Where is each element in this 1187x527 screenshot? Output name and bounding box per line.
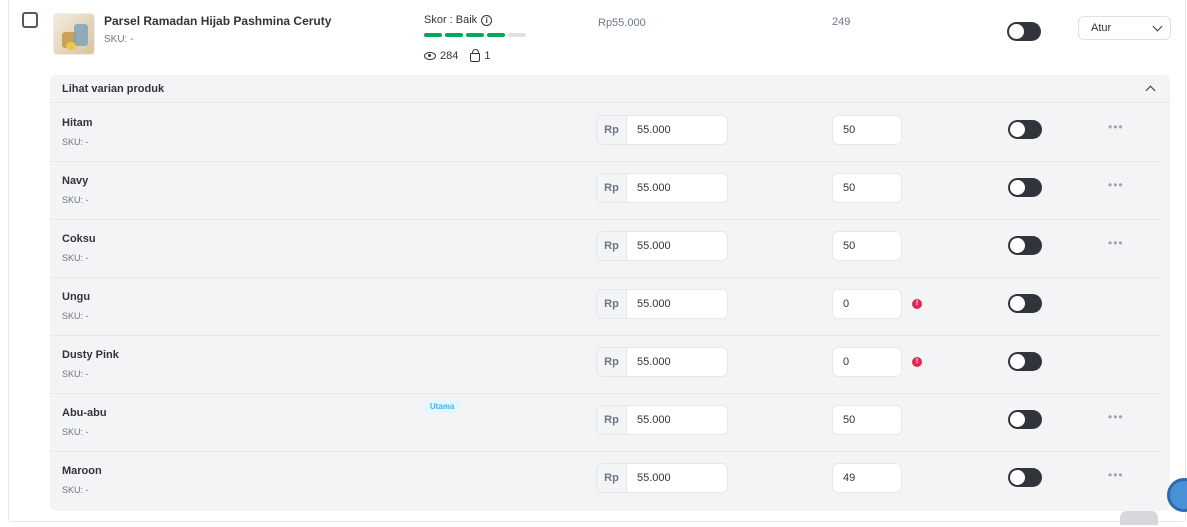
score-bar bbox=[424, 33, 526, 37]
variant-row: Ungu SKU: - Rp 55.000 0! bbox=[50, 278, 1160, 336]
variant-stock-input[interactable]: 50 bbox=[832, 231, 902, 261]
score-segment bbox=[487, 33, 505, 37]
variant-price-value[interactable]: 55.000 bbox=[627, 116, 671, 144]
variant-sku: SKU: - bbox=[62, 195, 89, 205]
info-icon[interactable]: i bbox=[481, 14, 493, 26]
currency-prefix: Rp bbox=[597, 290, 627, 318]
select-product-checkbox[interactable] bbox=[22, 12, 38, 28]
variant-panel: Lihat varian produk Hitam SKU: - Rp 55.000 5… bbox=[50, 75, 1170, 511]
variant-price-input[interactable]: Rp 55.000 bbox=[596, 347, 728, 377]
score-segment bbox=[445, 33, 463, 37]
chevron-down-icon bbox=[1152, 21, 1163, 31]
variant-stock-input[interactable]: 0 bbox=[832, 289, 902, 319]
variant-row: Abu-abu SKU: - Utama Rp 55.000 50 ••• bbox=[50, 394, 1160, 452]
warning-icon: ! bbox=[912, 299, 922, 309]
variant-price-input[interactable]: Rp 55.000 bbox=[596, 405, 728, 435]
variant-price-value[interactable]: 55.000 bbox=[627, 406, 671, 434]
product-thumbnail[interactable] bbox=[53, 13, 95, 55]
variant-stock-input[interactable]: 49 bbox=[832, 463, 902, 493]
warning-icon: ! bbox=[912, 357, 922, 367]
variant-active-toggle[interactable] bbox=[1008, 178, 1042, 197]
variant-name: Abu-abu bbox=[62, 407, 107, 419]
variant-name: Ungu bbox=[62, 291, 91, 303]
views-count: 284 bbox=[440, 50, 459, 62]
currency-prefix: Rp bbox=[597, 348, 627, 376]
currency-prefix: Rp bbox=[597, 116, 627, 144]
variant-row: Hitam SKU: - Rp 55.000 50 ••• bbox=[50, 104, 1160, 162]
variant-price-input[interactable]: Rp 55.000 bbox=[596, 463, 728, 493]
variant-stock-input[interactable]: 50 bbox=[832, 405, 902, 435]
variant-stock-input[interactable]: 50 bbox=[832, 115, 902, 145]
currency-prefix: Rp bbox=[597, 464, 627, 492]
variant-stock-input[interactable]: 0 bbox=[832, 347, 902, 377]
variant-panel-header[interactable]: Lihat varian produk bbox=[50, 75, 1170, 103]
variant-price-input[interactable]: Rp 55.000 bbox=[596, 231, 728, 261]
variant-row: Dusty Pink SKU: - Rp 55.000 0! bbox=[50, 336, 1160, 394]
more-options-icon[interactable]: ••• bbox=[1108, 120, 1124, 134]
variant-active-toggle[interactable] bbox=[1008, 352, 1042, 371]
variant-price-input[interactable]: Rp 55.000 bbox=[596, 115, 728, 145]
variant-name: Maroon bbox=[62, 465, 102, 477]
variant-row: Coksu SKU: - Rp 55.000 50 ••• bbox=[50, 220, 1160, 278]
more-options-icon[interactable]: ••• bbox=[1108, 236, 1124, 250]
bag-icon bbox=[470, 48, 481, 62]
variant-sku: SKU: - bbox=[62, 137, 89, 147]
variant-price-input[interactable]: Rp 55.000 bbox=[596, 173, 728, 203]
product-stats: 284 1 bbox=[424, 48, 491, 62]
wishlist-count: 1 bbox=[484, 50, 491, 62]
variant-sku: SKU: - bbox=[62, 311, 89, 321]
variant-sku: SKU: - bbox=[62, 427, 89, 437]
score-label: Skor : Baik bbox=[424, 14, 478, 26]
variant-price-value[interactable]: 55.000 bbox=[627, 232, 671, 260]
variant-price-input[interactable]: Rp 55.000 bbox=[596, 289, 728, 319]
scroll-top-button[interactable] bbox=[1120, 511, 1158, 525]
product-name[interactable]: Parsel Ramadan Hijab Pashmina Ceruty bbox=[104, 14, 331, 28]
variant-active-toggle[interactable] bbox=[1008, 410, 1042, 429]
currency-prefix: Rp bbox=[597, 174, 627, 202]
product-sku: SKU: - bbox=[104, 34, 134, 45]
variant-price-value[interactable]: 55.000 bbox=[627, 174, 671, 202]
variant-price-value[interactable]: 55.000 bbox=[627, 290, 671, 318]
currency-prefix: Rp bbox=[597, 406, 627, 434]
variant-price-value[interactable]: 55.000 bbox=[627, 348, 671, 376]
more-options-icon[interactable]: ••• bbox=[1108, 468, 1124, 482]
score-segment bbox=[466, 33, 484, 37]
product-price: Rp55.000 bbox=[598, 17, 646, 29]
variant-sku: SKU: - bbox=[62, 485, 89, 495]
score-segment bbox=[424, 33, 442, 37]
more-options-icon[interactable]: ••• bbox=[1108, 178, 1124, 192]
more-options-icon[interactable]: ••• bbox=[1108, 410, 1124, 424]
atur-dropdown[interactable]: Atur bbox=[1078, 16, 1171, 40]
chevron-up-icon[interactable] bbox=[1145, 85, 1156, 96]
currency-prefix: Rp bbox=[597, 232, 627, 260]
score-segment bbox=[508, 33, 526, 37]
variant-row: Navy SKU: - Rp 55.000 50 ••• bbox=[50, 162, 1160, 220]
variant-name: Coksu bbox=[62, 233, 96, 245]
variant-sku: SKU: - bbox=[62, 253, 89, 263]
product-stock: 249 bbox=[832, 16, 851, 28]
variant-row: Maroon SKU: - Rp 55.000 49 ••• bbox=[50, 452, 1160, 510]
product-active-toggle[interactable] bbox=[1007, 22, 1041, 41]
variant-active-toggle[interactable] bbox=[1008, 294, 1042, 313]
variant-name: Hitam bbox=[62, 117, 93, 129]
variant-active-toggle[interactable] bbox=[1008, 120, 1042, 139]
primary-badge: Utama bbox=[424, 400, 461, 413]
variant-active-toggle[interactable] bbox=[1008, 236, 1042, 255]
atur-label: Atur bbox=[1091, 22, 1112, 34]
variant-active-toggle[interactable] bbox=[1008, 468, 1042, 487]
variant-stock-input[interactable]: 50 bbox=[832, 173, 902, 203]
variant-name: Dusty Pink bbox=[62, 349, 119, 361]
variant-price-value[interactable]: 55.000 bbox=[627, 464, 671, 492]
eye-icon bbox=[424, 52, 436, 60]
variant-panel-title: Lihat varian produk bbox=[62, 83, 165, 95]
variant-sku: SKU: - bbox=[62, 369, 89, 379]
variant-name: Navy bbox=[62, 175, 89, 187]
product-score: Skor : Baik i bbox=[424, 14, 493, 26]
